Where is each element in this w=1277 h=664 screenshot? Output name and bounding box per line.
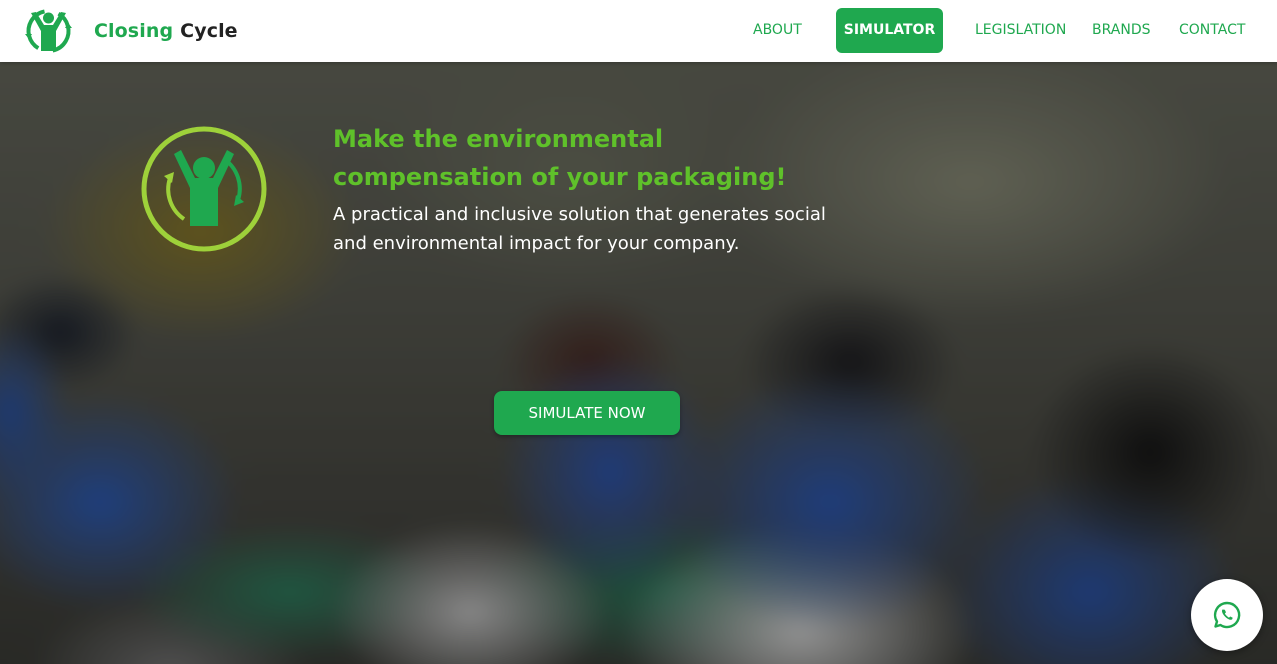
simulate-now-button[interactable]: SIMULATE NOW — [494, 391, 680, 435]
nav-about[interactable]: ABOUT — [753, 8, 802, 53]
top-navbar: Closing Cycle ABOUT SIMULATOR LEGISLATION… — [0, 0, 1277, 62]
brand-name-second: Cycle — [180, 20, 238, 42]
nav-brands[interactable]: BRANDS — [1092, 8, 1150, 53]
hero-subtitle: A practical and inclusive solution that … — [333, 204, 826, 254]
whatsapp-icon — [1213, 601, 1241, 629]
hero-section: Make the environmental compensation of y… — [0, 62, 1277, 664]
brand-home-link[interactable]: Closing Cycle — [23, 6, 238, 56]
hero-title: Make the environmental compensation of y… — [333, 125, 787, 191]
recycle-person-emblem-icon — [141, 126, 267, 252]
nav-simulator[interactable]: SIMULATOR — [836, 8, 943, 53]
nav-contact[interactable]: CONTACT — [1179, 8, 1245, 53]
brand-name-first: Closing — [94, 20, 174, 42]
whatsapp-chat-button[interactable] — [1191, 579, 1263, 651]
brand-name: Closing Cycle — [94, 20, 238, 42]
nav-legislation[interactable]: LEGISLATION — [975, 8, 1066, 53]
recycle-person-logo-icon — [25, 9, 72, 53]
